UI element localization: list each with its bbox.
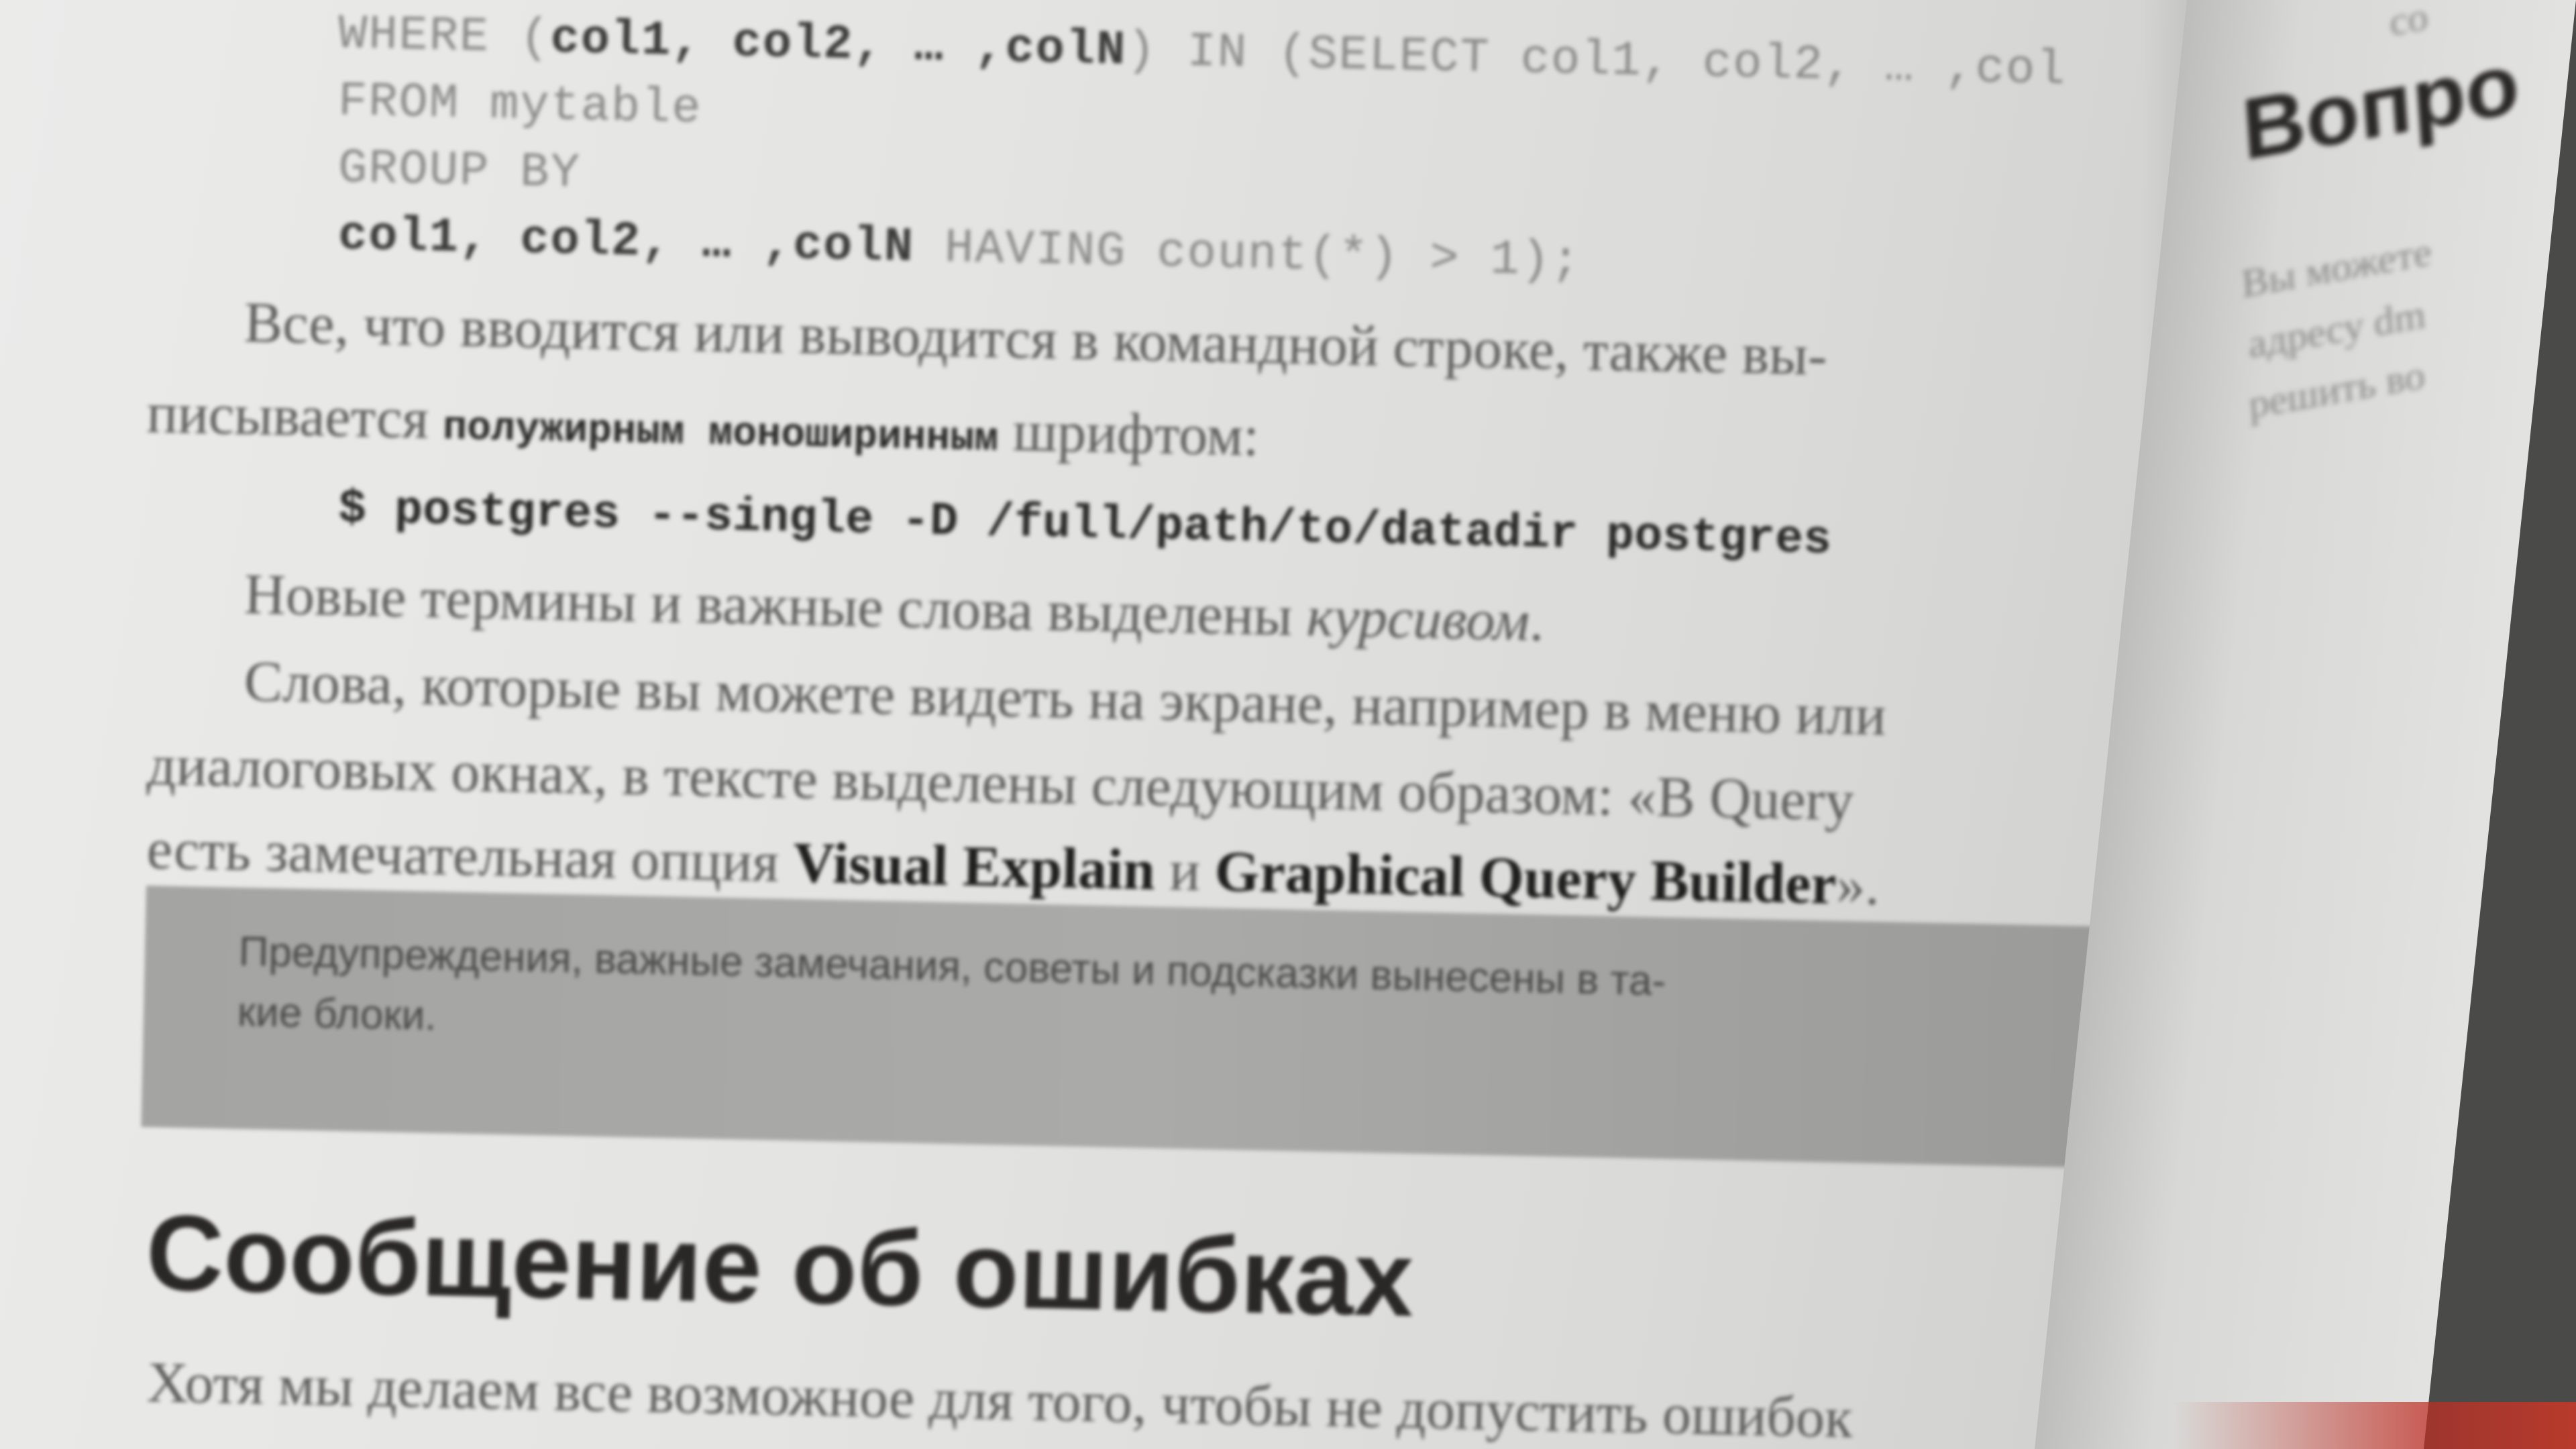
- red-object-corner: [2174, 1402, 2576, 1449]
- command-example: $ postgres --single -D /full/path/to/dat…: [337, 483, 1832, 568]
- code-line-2: FROM mytable: [337, 74, 703, 137]
- para1-line1: Все, что вводится или выводится в команд…: [243, 289, 1828, 388]
- para3-line2: диалоговых окнах, в тексте выделены след…: [146, 732, 1855, 833]
- note-line-2: кие блоки.: [237, 988, 437, 1040]
- code-line-3: GROUP BY: [337, 141, 582, 201]
- right-page-heading: Вопро: [2239, 34, 2522, 178]
- last-line: Хотя мы делаем все возможное для того, ч…: [146, 1349, 1854, 1449]
- left-page: WHERE (col1, col2, … ,colN) IN (SELECT c…: [0, 0, 2207, 1449]
- para2: Новые термины и важные слова выделены ку…: [243, 561, 1545, 653]
- note-line-1: Предупреждения, важные замечания, советы…: [238, 928, 1666, 1005]
- para1-line2: писывается полужирным моноширинным шрифт…: [146, 380, 1260, 468]
- para3-line1: Слова, которые вы можете видеть на экран…: [243, 648, 1887, 748]
- code-line-4: col1, col2, … ,colN HAVING count(*) > 1)…: [337, 208, 1582, 289]
- right-page-top-fragment: со: [2388, 0, 2430, 44]
- section-heading: Сообщение об ошибках: [145, 1191, 1415, 1339]
- left-page-content: WHERE (col1, col2, … ,colN) IN (SELECT c…: [0, 0, 2207, 1449]
- note-box: Предупреждения, важные замечания, советы…: [141, 885, 2149, 1169]
